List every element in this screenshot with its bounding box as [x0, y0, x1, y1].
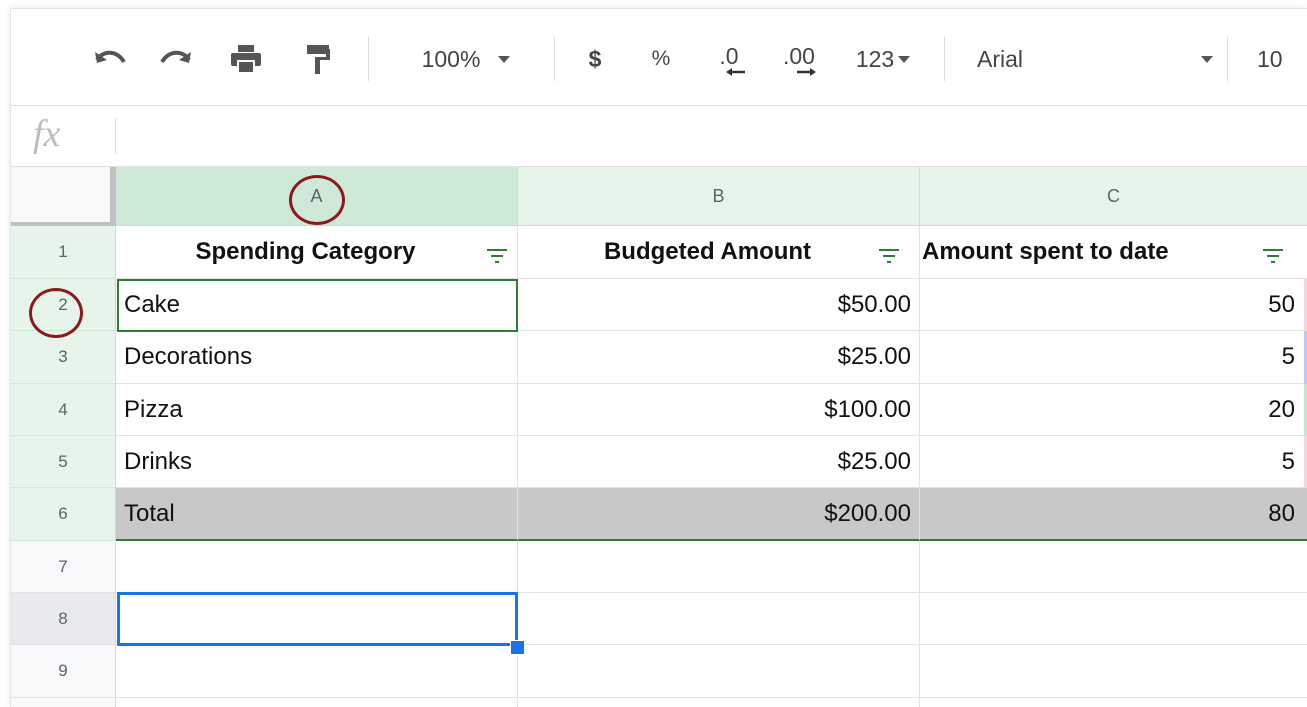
undo-button[interactable] [85, 39, 135, 79]
cell-a1[interactable]: Spending Category [116, 226, 518, 279]
row-header-8[interactable]: 8 [11, 593, 116, 645]
toolbar: 100% $ % .0 .00 123 Arial 10 [11, 9, 1307, 106]
redo-icon [160, 50, 191, 64]
zoom-value: 100% [421, 45, 481, 72]
cell-c6[interactable]: 80 [920, 488, 1307, 541]
print-icon [231, 45, 261, 74]
paint-format-icon [307, 45, 330, 74]
filter-icon[interactable] [1263, 248, 1283, 264]
column-header-c[interactable]: C [920, 167, 1307, 226]
filter-icon[interactable] [487, 248, 507, 264]
cell-b4[interactable]: $100.00 [518, 384, 920, 436]
cell-c4[interactable]: 20 [920, 384, 1307, 436]
more-formats-label: 123 [855, 45, 895, 72]
chevron-down-icon [498, 55, 511, 63]
cell-b6[interactable]: $200.00 [518, 488, 920, 541]
decrease-decimal-label: .0 [719, 42, 739, 69]
fill-handle[interactable] [510, 640, 525, 655]
cell-b7[interactable] [518, 541, 920, 593]
cell-c2[interactable]: 50 [920, 279, 1307, 331]
undo-icon [95, 50, 126, 64]
decrease-decimal-button[interactable]: .0 [703, 39, 755, 79]
cell-a5[interactable]: Drinks [116, 436, 518, 488]
header-budgeted-amount: Budgeted Amount [603, 238, 812, 265]
cell-a8[interactable] [116, 593, 518, 645]
font-size-select[interactable]: 10 [1257, 39, 1307, 79]
cell-c7[interactable] [920, 541, 1307, 593]
currency-label: $ [588, 45, 602, 72]
toolbar-divider [554, 37, 555, 81]
cell-a3[interactable]: Decorations [116, 331, 518, 384]
arrow-left-icon [726, 67, 745, 76]
row-header-7[interactable]: 7 [11, 541, 116, 593]
cell-a7[interactable] [116, 541, 518, 593]
increase-decimal-button[interactable]: .00 [769, 39, 829, 79]
row-header-9[interactable]: 9 [11, 645, 116, 698]
cell-b3[interactable]: $25.00 [518, 331, 920, 384]
cell-c9[interactable] [920, 645, 1307, 698]
select-all-corner[interactable] [11, 167, 116, 226]
header-spending-category: Spending Category [195, 238, 416, 265]
font-size-value: 10 [1257, 45, 1283, 72]
print-button[interactable] [221, 39, 271, 79]
header-amount-spent: Amount spent to date [922, 238, 1169, 265]
cell-b9[interactable] [518, 645, 920, 698]
arrow-right-icon [797, 67, 816, 76]
formula-bar-divider [115, 118, 116, 154]
increase-decimal-label: .00 [783, 42, 815, 69]
column-header-a[interactable]: A [116, 167, 518, 226]
cell-a6[interactable]: Total [116, 488, 518, 541]
cell-a2[interactable]: Cake [116, 279, 518, 331]
cell-b2[interactable]: $50.00 [518, 279, 920, 331]
row-header-1[interactable]: 1 [11, 226, 116, 279]
cell-c3[interactable]: 5 [920, 331, 1307, 384]
cell-a9[interactable] [116, 645, 518, 698]
spreadsheet-window: 100% $ % .0 .00 123 Arial 10 fx A B C 1 … [10, 8, 1307, 707]
filter-icon[interactable] [879, 248, 899, 264]
cell-c8[interactable] [920, 593, 1307, 645]
toolbar-divider [1227, 37, 1228, 81]
row-header-5[interactable]: 5 [11, 436, 116, 488]
redo-button[interactable] [151, 39, 201, 79]
row-header-3[interactable]: 3 [11, 331, 116, 384]
fx-label: fx [33, 113, 61, 155]
cell-a4[interactable]: Pizza [116, 384, 518, 436]
chevron-down-icon [1201, 55, 1213, 63]
row-header-2[interactable]: 2 [11, 279, 116, 331]
chevron-down-icon [898, 55, 911, 63]
cell-b5[interactable]: $25.00 [518, 436, 920, 488]
cell-c5[interactable]: 5 [920, 436, 1307, 488]
toolbar-divider [944, 37, 945, 81]
percent-label: % [651, 47, 671, 70]
currency-format-button[interactable]: $ [577, 39, 613, 79]
font-family-select[interactable]: Arial [977, 39, 1213, 79]
more-formats-select[interactable]: 123 [841, 39, 925, 79]
column-header-b[interactable]: B [518, 167, 920, 226]
font-family-value: Arial [977, 45, 1024, 72]
zoom-select[interactable]: 100% [391, 39, 541, 79]
row-header-4[interactable]: 4 [11, 384, 116, 436]
formula-input[interactable] [123, 114, 1303, 158]
row-header-6[interactable]: 6 [11, 488, 116, 541]
toolbar-divider [368, 37, 369, 81]
formula-bar: fx [11, 106, 1307, 167]
paint-format-button[interactable] [293, 39, 343, 79]
percent-format-button[interactable]: % [643, 39, 679, 79]
cell-b1[interactable]: Budgeted Amount [518, 226, 920, 279]
cell-b8[interactable] [518, 593, 920, 645]
cell-c1[interactable]: Amount spent to date [920, 226, 1307, 279]
